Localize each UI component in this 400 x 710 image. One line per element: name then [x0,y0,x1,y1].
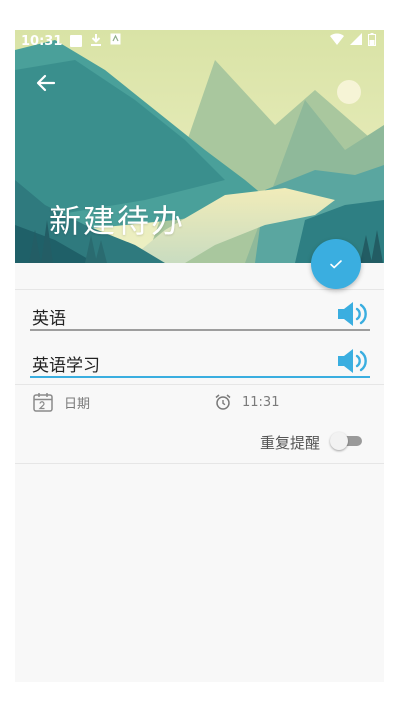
time-label: 11:31 [242,394,280,410]
download-icon [90,33,102,50]
divider [15,384,384,385]
notification-square-icon [70,35,83,47]
check-icon [330,260,342,269]
speaker-icon [338,302,367,326]
repeat-reminder-label: 重复提醒 [259,434,320,452]
signal-icon [350,33,362,49]
status-bar: 10:31 [15,30,384,52]
back-button[interactable] [33,70,59,96]
content-input-underline [30,376,370,378]
confirm-button[interactable] [311,239,361,289]
speaker-icon [338,349,367,373]
toggle-thumb [330,432,348,450]
title-voice-button[interactable] [336,299,370,329]
app-notification-icon [110,33,121,49]
content-input[interactable]: 英语学习 [30,344,370,378]
divider [15,289,384,290]
date-label: 日期 [64,396,91,412]
status-time: 10:31 [21,33,63,49]
content-input-value: 英语学习 [32,356,100,376]
title-input[interactable]: 英语 [30,297,370,331]
divider [15,463,384,464]
app-screen: 10:31 新建待办 英语 英语学习 日期 11:31 重复提醒 [15,30,384,682]
repeat-reminder-toggle[interactable] [330,432,364,450]
battery-icon [368,32,376,50]
arrow-left-icon [36,74,56,92]
title-input-underline [30,329,370,331]
time-picker[interactable]: 11:31 [214,393,279,411]
date-time-row: 日期 11:31 [30,391,370,415]
title-input-value: 英语 [32,309,66,329]
calendar-icon [33,393,53,412]
alarm-clock-icon [215,394,231,410]
repeat-reminder-row: 重复提醒 [30,427,370,455]
date-picker[interactable]: 日期 [32,391,90,413]
content-voice-button[interactable] [336,346,370,376]
wifi-icon [330,33,344,49]
page-title: 新建待办 [49,202,186,240]
